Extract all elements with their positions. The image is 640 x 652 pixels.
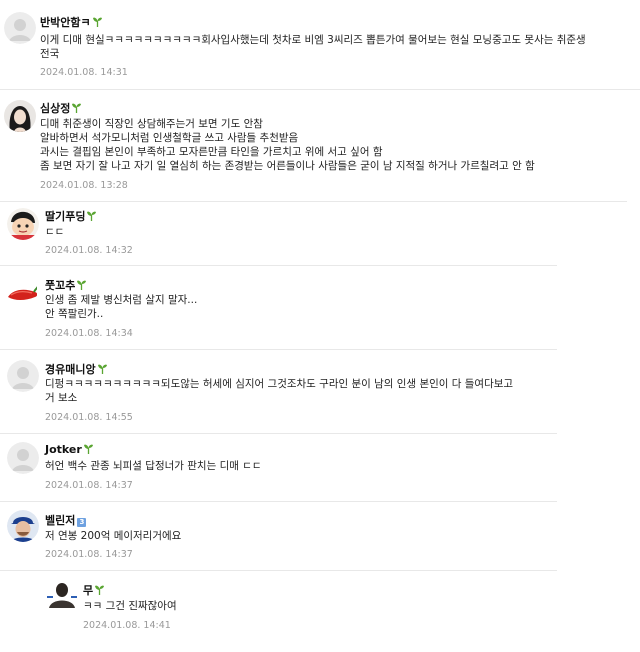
comment-text: 이게 디매 현실ㅋㅋㅋㅋㅋㅋㅋㅋㅋㅋ회사입사했는데 첫차로 비엠 3씨리즈 뽑튼… — [40, 34, 586, 60]
default-profile-avatar[interactable] — [4, 12, 36, 44]
level-badge-icon: 3 — [77, 518, 87, 527]
sprout-icon — [72, 103, 82, 116]
comment-nickname[interactable]: 경유매니앙 — [45, 361, 107, 377]
comment-nickname[interactable]: 풋꼬추 — [45, 277, 87, 293]
comment-date: 2024.01.08. 13:28 — [40, 180, 128, 191]
comment-date: 2024.01.08. 14:32 — [45, 245, 133, 256]
comment-date: 2024.01.08. 14:55 — [45, 412, 133, 423]
sprout-icon — [95, 585, 105, 598]
comment-text: 디펑ㅋㅋㅋㅋㅋㅋㅋㅋㅋㅋ되도않는 허세에 심지어 그것조차도 구라인 분이 남의… — [45, 378, 514, 404]
default-profile-avatar[interactable] — [7, 442, 39, 474]
dark-silhouette-avatar[interactable] — [45, 578, 79, 612]
default-profile-avatar[interactable] — [7, 360, 39, 392]
sprout-icon — [83, 444, 93, 457]
divider — [0, 265, 557, 266]
comment-text: ㄷㄷ — [45, 226, 65, 238]
comment-date: 2024.01.08. 14:37 — [45, 480, 133, 491]
comment-date: 2024.01.08. 14:41 — [83, 620, 171, 631]
cartoon-character-avatar[interactable] — [7, 208, 39, 240]
comment-date: 2024.01.08. 14:34 — [45, 328, 133, 339]
comment-nickname[interactable]: 심상정 — [40, 100, 82, 116]
comment-nickname[interactable]: 무 — [83, 582, 105, 598]
comment-date: 2024.01.08. 14:31 — [40, 67, 128, 78]
comment-nickname[interactable]: Jotker — [45, 443, 93, 457]
sprout-icon — [97, 364, 107, 377]
divider — [0, 201, 627, 202]
comment-nickname[interactable]: 벨린저 3 — [45, 512, 87, 528]
divider — [0, 349, 557, 350]
divider — [0, 570, 557, 571]
sprout-icon — [77, 280, 87, 293]
woman-portrait-avatar[interactable] — [4, 100, 36, 132]
comment-date: 2024.01.08. 14:37 — [45, 549, 133, 560]
comment-nickname[interactable]: 딸기푸딩 — [45, 208, 97, 224]
red-chili-pepper-avatar[interactable] — [5, 279, 37, 311]
comment-text: 디매 취준생이 직장인 상담해주는거 보면 기도 안참 알바하면서 석가모니처럼… — [40, 118, 535, 172]
comment-text: 저 연봉 200억 메이저리거에요 — [45, 530, 182, 542]
divider — [0, 89, 640, 90]
comment-text: ㅋㅋ 그건 진짜잖아여 — [83, 600, 177, 612]
comment-text: 허언 백수 관종 뇌피셜 답정너가 판치는 디매 ㄷㄷ — [45, 460, 262, 472]
baseball-player-avatar[interactable] — [7, 510, 39, 542]
divider — [0, 501, 557, 502]
comment-nickname[interactable]: 반박안함ㅋ — [40, 14, 102, 30]
sprout-icon — [87, 211, 97, 224]
comment-text: 인생 좀 제발 병신처럼 살지 말자... 안 쪽팔린가.. — [45, 294, 198, 320]
divider — [0, 433, 557, 434]
sprout-icon — [92, 17, 102, 30]
